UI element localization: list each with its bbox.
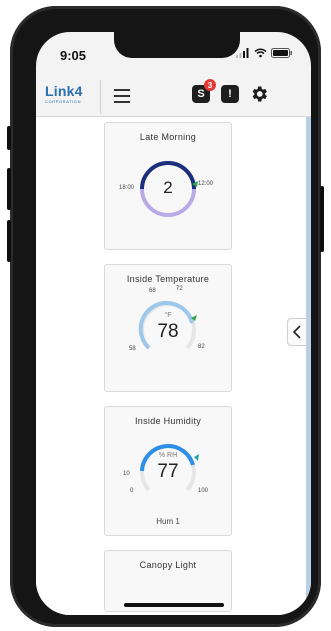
scroll-accent [306, 117, 311, 615]
volume-up-button [7, 168, 11, 210]
gauge-unit: % RH [158, 452, 178, 459]
card-title: Canopy Light [139, 560, 197, 570]
status-icons [236, 48, 293, 58]
app-header: Link4 CORPORATION S 3 ! [36, 76, 311, 117]
signal-icon [236, 48, 249, 58]
status-button[interactable]: S 3 [192, 79, 216, 103]
gauge-low-target-label: 68 [149, 288, 156, 294]
gauge-min-label: 58 [129, 346, 136, 352]
gauge-max-label: 100 [198, 488, 209, 494]
header-divider [100, 80, 101, 114]
inside-temperature-card[interactable]: Inside Temperature °F 78 68 72 58 82 [104, 264, 232, 392]
late-morning-card[interactable]: Late Morning 2 18:00 12:00 [104, 122, 232, 250]
home-indicator[interactable] [124, 603, 224, 607]
inside-humidity-card[interactable]: Inside Humidity % RH 77 10 0 100 Hum 1 [104, 406, 232, 536]
silent-switch [7, 126, 11, 150]
status-bar: 9:05 [36, 32, 311, 72]
logo-text: Link4 [45, 83, 83, 99]
alert-button-label: ! [228, 88, 232, 100]
gauge-low-label: 10 [123, 471, 130, 477]
hamburger-icon[interactable] [114, 86, 134, 106]
battery-icon [271, 48, 292, 58]
dashboard-content: Late Morning 2 18:00 12:00 Inside Temper… [36, 117, 311, 615]
status-button-label: S [197, 88, 205, 100]
power-button [320, 186, 324, 252]
collapse-panel-tab[interactable] [287, 318, 307, 346]
notification-badge: 3 [204, 79, 216, 91]
card-footer: Hum 1 [156, 517, 180, 526]
link4-logo: Link4 CORPORATION [45, 84, 97, 110]
gauge-max-label: 82 [198, 344, 205, 350]
gauge-left-label: 18:00 [119, 185, 135, 191]
chevron-left-icon [292, 325, 301, 339]
logo-subtext: CORPORATION [45, 99, 82, 104]
volume-down-button [7, 220, 11, 262]
gauge-unit: °F [164, 312, 172, 319]
gear-icon[interactable] [249, 84, 269, 104]
status-time: 9:05 [60, 48, 87, 63]
wifi-icon [254, 48, 267, 58]
gauge-value: 78 [157, 321, 179, 342]
alert-button[interactable]: ! [221, 85, 239, 103]
gauge-min-label: 0 [130, 488, 134, 494]
gauge-high-target-label: 72 [176, 286, 183, 292]
gauge-right-label: 12:00 [198, 181, 214, 187]
phone-screen: 9:05 Link4 CORPORATION S 3 ! Late Mornin… [36, 32, 311, 615]
